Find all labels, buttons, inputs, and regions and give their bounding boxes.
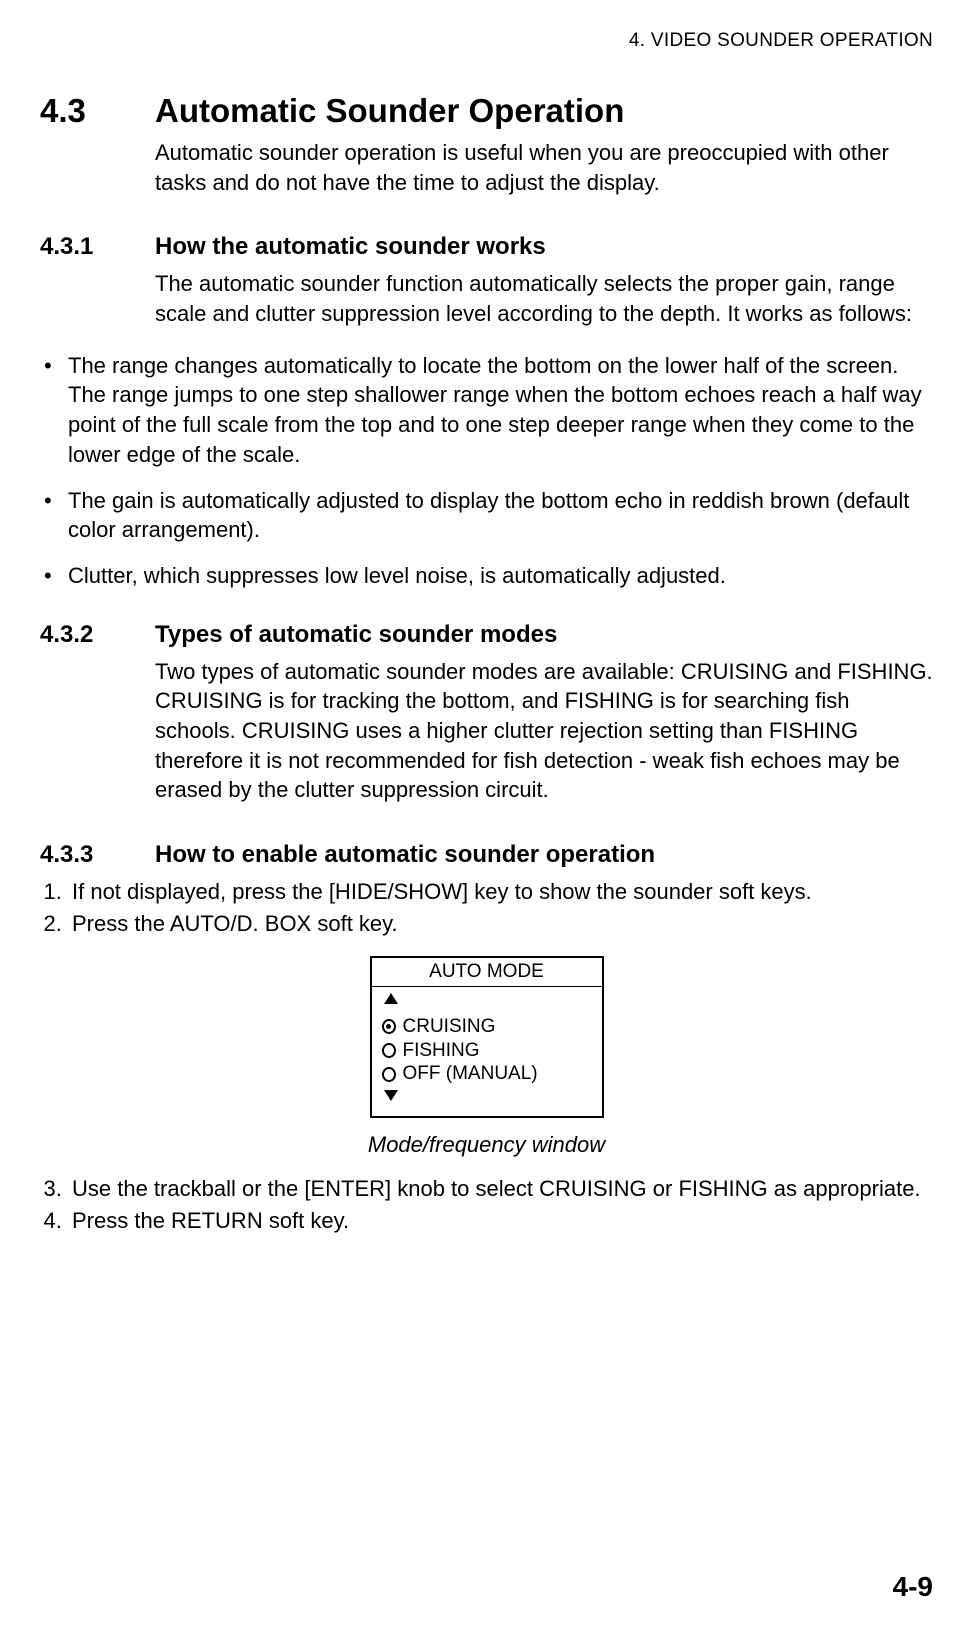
subsection-title: Types of automatic sounder modes [155, 621, 557, 649]
auto-mode-title: AUTO MODE [372, 958, 602, 987]
option-label: CRUISING [403, 1015, 496, 1039]
figure: AUTO MODE CRUISING FISHING OFF (MANUAL) [40, 956, 933, 1118]
option-row-off: OFF (MANUAL) [382, 1062, 592, 1086]
list-item: Press the RETURN soft key. [68, 1206, 933, 1236]
page-number: 4-9 [893, 1571, 933, 1603]
list-item: Clutter, which suppresses low level nois… [40, 561, 933, 591]
subsection-title: How to enable automatic sounder operatio… [155, 841, 655, 869]
option-row-cruising: CRUISING [382, 1015, 592, 1039]
subsection-number: 4.3.1 [40, 233, 155, 261]
section-number: 4.3 [40, 92, 155, 130]
section-intro: Automatic sounder operation is useful wh… [155, 138, 933, 197]
option-row-fishing: FISHING [382, 1039, 592, 1063]
subsection-para: Two types of automatic sounder modes are… [155, 657, 933, 805]
bullet-list: The range changes automatically to locat… [40, 351, 933, 591]
list-item: The range changes automatically to locat… [40, 351, 933, 470]
auto-mode-box: AUTO MODE CRUISING FISHING OFF (MANUAL) [370, 956, 604, 1118]
subsection-para: The automatic sounder function automatic… [155, 269, 933, 328]
down-arrow-icon [384, 1090, 398, 1101]
subsection-heading: 4.3.3 How to enable automatic sounder op… [40, 841, 933, 869]
radio-empty-icon [382, 1043, 396, 1058]
subsection-number: 4.3.3 [40, 841, 155, 869]
up-arrow-icon [384, 993, 398, 1004]
radio-empty-icon [382, 1067, 396, 1082]
radio-selected-icon [382, 1019, 396, 1034]
list-item: The gain is automatically adjusted to di… [40, 486, 933, 545]
subsection-heading: 4.3.2 Types of automatic sounder modes [40, 621, 933, 649]
option-label: FISHING [403, 1039, 480, 1063]
ordered-steps: Use the trackball or the [ENTER] knob to… [40, 1174, 933, 1235]
list-item: Use the trackball or the [ENTER] knob to… [68, 1174, 933, 1204]
subsection-title: How the automatic sounder works [155, 233, 546, 261]
option-label: OFF (MANUAL) [403, 1062, 538, 1086]
subsection-number: 4.3.2 [40, 621, 155, 649]
list-item: Press the AUTO/D. BOX soft key. [68, 909, 933, 939]
section-title: Automatic Sounder Operation [155, 92, 624, 130]
running-head: 4. VIDEO SOUNDER OPERATION [40, 30, 933, 52]
ordered-steps: If not displayed, press the [HIDE/SHOW] … [40, 877, 933, 938]
subsection-heading: 4.3.1 How the automatic sounder works [40, 233, 933, 261]
figure-caption: Mode/frequency window [40, 1132, 933, 1158]
section-heading: 4.3 Automatic Sounder Operation [40, 92, 933, 130]
list-item: If not displayed, press the [HIDE/SHOW] … [68, 877, 933, 907]
